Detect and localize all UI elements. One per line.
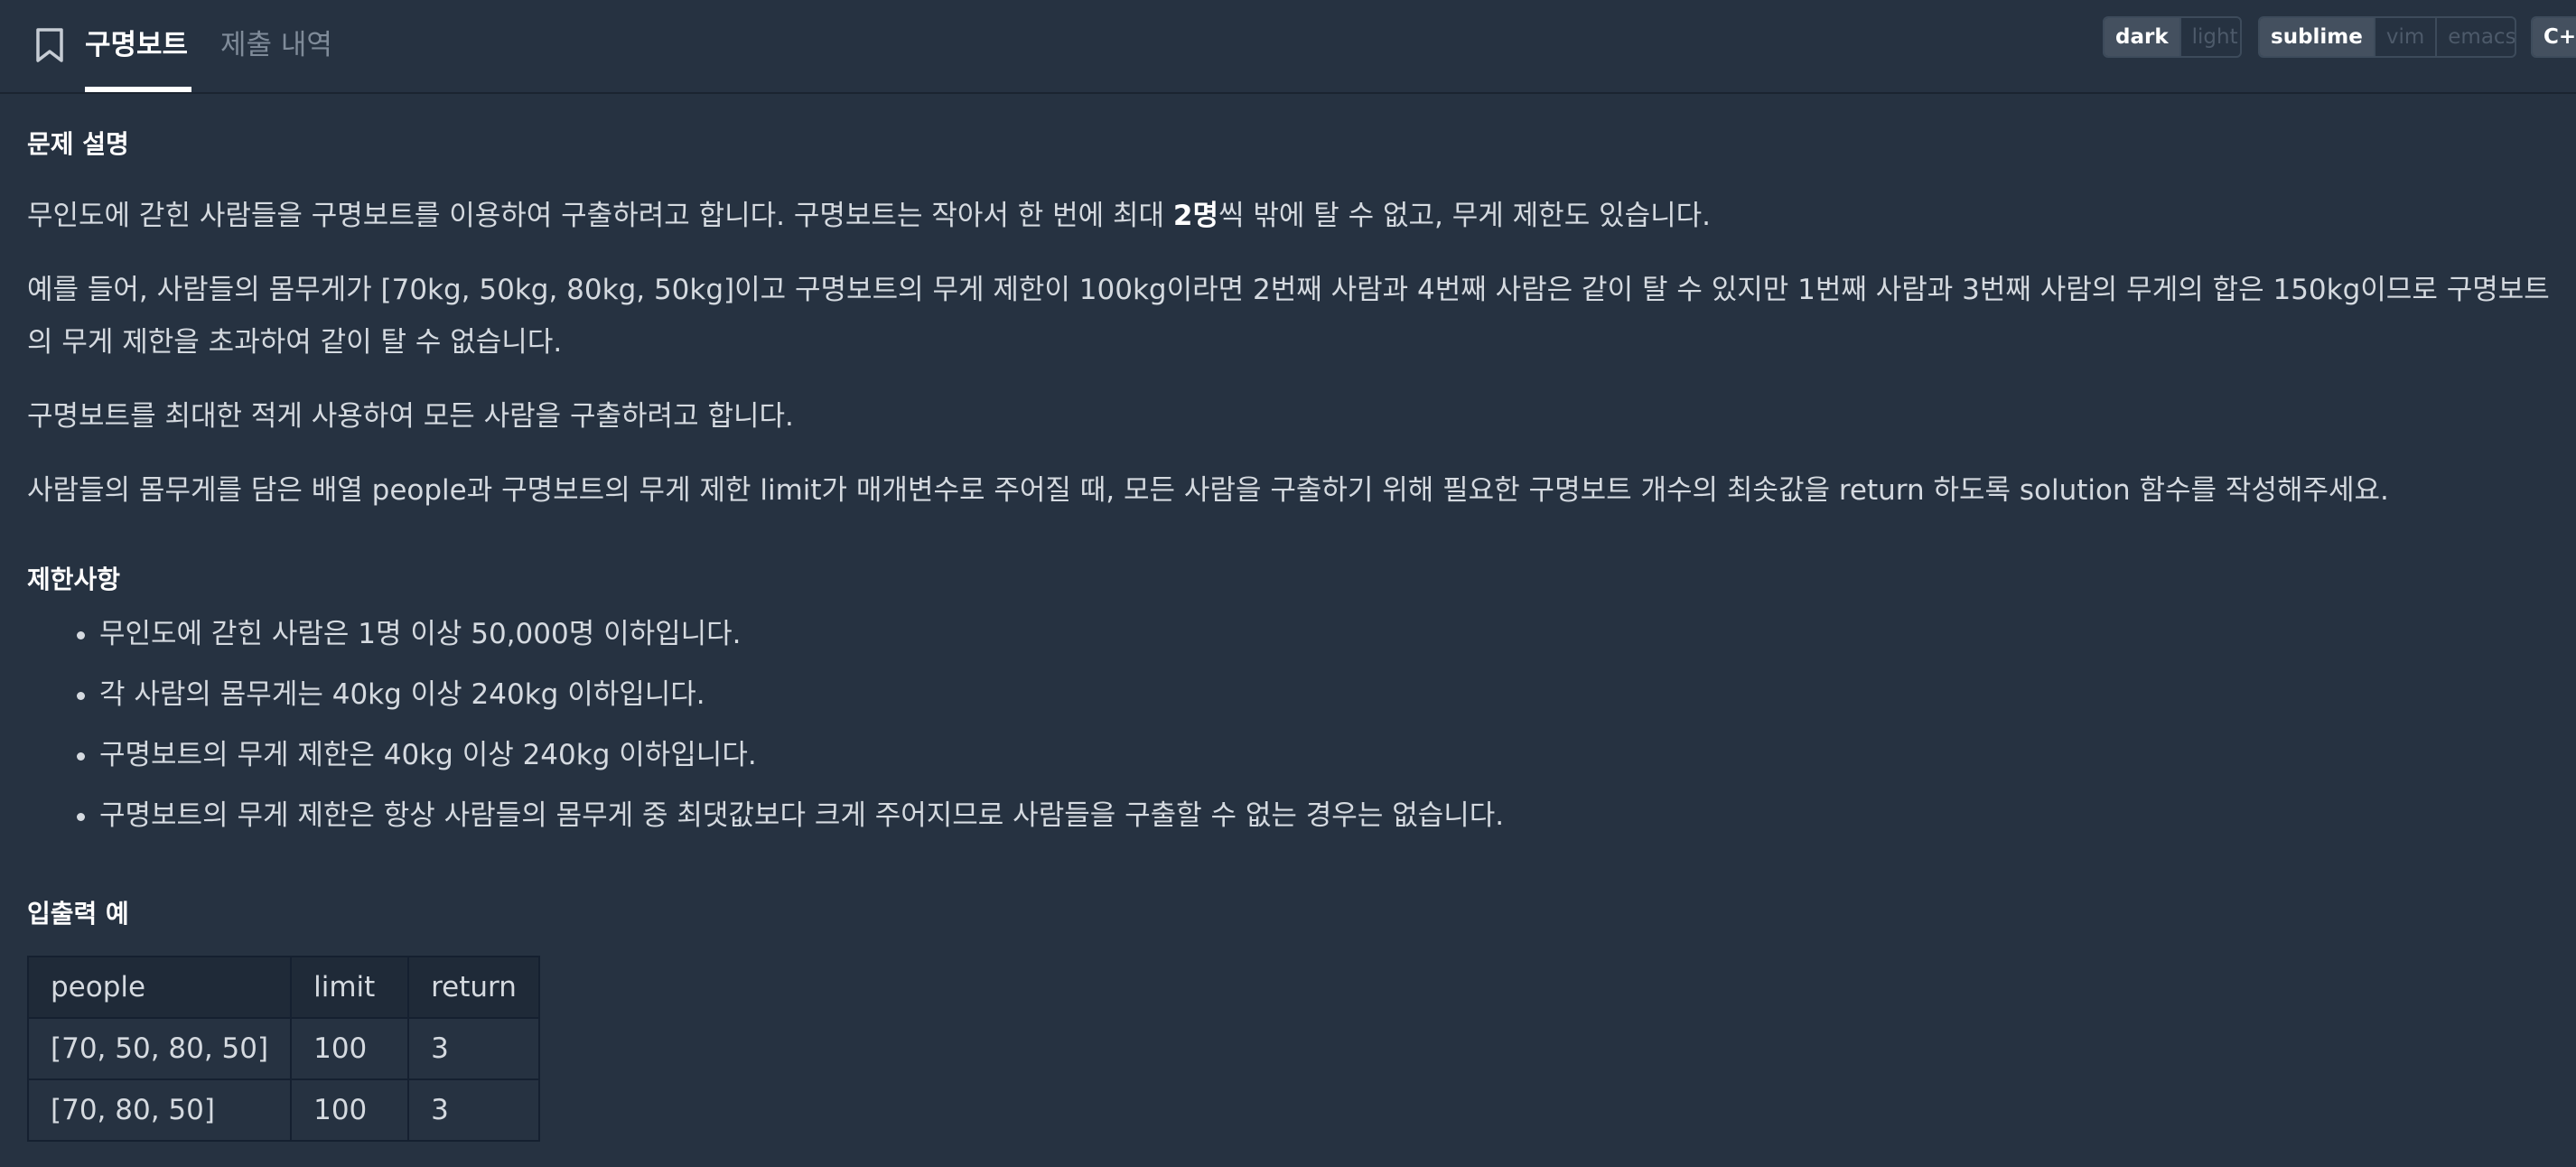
constraint-item: 각 사람의 몸무게는 40kg 이상 240kg 이하입니다. <box>99 665 1504 725</box>
theme-dark-option[interactable]: dark <box>2105 18 2181 56</box>
column-header-people: people <box>26 956 293 1019</box>
cell-limit: 100 <box>290 1078 410 1142</box>
problem-paragraph-1: 무인도에 갇힌 사람들을 구명보트를 이용하여 구출하려고 합니다. 구명보트는… <box>27 190 2556 242</box>
keymap-emacs-option[interactable]: emacs <box>2437 18 2515 56</box>
constraint-item: 무인도에 갇힌 사람은 1명 이상 50,000명 이하입니다. <box>99 604 1504 665</box>
bookmark-icon[interactable] <box>34 27 65 63</box>
theme-toggle: dark light <box>2103 16 2242 58</box>
theme-light-option[interactable]: light <box>2181 18 2240 56</box>
column-header-limit: limit <box>290 956 410 1019</box>
problem-paragraph-3: 구명보트를 최대한 적게 사용하여 모든 사람을 구출하려고 합니다. <box>27 400 794 433</box>
problem-description-heading: 문제 설명 <box>27 129 129 159</box>
examples-table: people limit return [70, 50, 80, 50] 100… <box>26 956 540 1142</box>
tab-problem[interactable]: 구명보트 <box>85 22 188 62</box>
top-bar: 구명보트 제출 내역 dark light sublime vim emacs … <box>0 0 2576 94</box>
active-tab-indicator <box>85 87 191 92</box>
keymap-sublime-option[interactable]: sublime <box>2260 18 2375 56</box>
paragraph-1-text: 무인도에 갇힌 사람들을 구명보트를 이용하여 구출하려고 합니다. 구명보트는… <box>27 200 1173 232</box>
constraint-item: 구명보트의 무게 제한은 항상 사람들의 몸무게 중 최댓값보다 크게 주어지므… <box>99 786 1504 846</box>
language-label: C+ <box>2533 18 2576 56</box>
table-header-row: people limit return <box>26 956 540 1019</box>
column-header-return: return <box>407 956 540 1019</box>
cell-limit: 100 <box>290 1017 410 1080</box>
cell-return: 3 <box>407 1017 540 1080</box>
table-row: [70, 80, 50] 100 3 <box>26 1078 540 1142</box>
tab-submissions[interactable]: 제출 내역 <box>220 22 332 62</box>
cell-return: 3 <box>407 1078 540 1142</box>
constraints-list: 무인도에 갇힌 사람은 1명 이상 50,000명 이하입니다. 각 사람의 몸… <box>27 604 1504 846</box>
keymap-vim-option[interactable]: vim <box>2375 18 2438 56</box>
constraint-item: 구명보트의 무게 제한은 40kg 이상 240kg 이하입니다. <box>99 725 1504 786</box>
max-people-highlight: 2명 <box>1172 200 1218 232</box>
keymap-toggle: sublime vim emacs <box>2258 16 2516 58</box>
language-select[interactable]: C+ <box>2531 16 2576 58</box>
constraints-heading: 제한사항 <box>27 565 121 594</box>
cell-people: [70, 50, 80, 50] <box>26 1017 293 1080</box>
cell-people: [70, 80, 50] <box>26 1078 293 1142</box>
table-row: [70, 50, 80, 50] 100 3 <box>26 1017 540 1080</box>
problem-paragraph-4: 사람들의 몸무게를 담은 배열 people과 구명보트의 무게 제한 limi… <box>27 474 2389 507</box>
problem-paragraph-2: 예를 들어, 사람들의 몸무게가 [70kg, 50kg, 80kg, 50kg… <box>27 274 2550 359</box>
paragraph-1-text-end: 씩 밖에 탈 수 없고, 무게 제한도 있습니다. <box>1218 200 1712 232</box>
examples-heading: 입출력 예 <box>27 899 129 929</box>
